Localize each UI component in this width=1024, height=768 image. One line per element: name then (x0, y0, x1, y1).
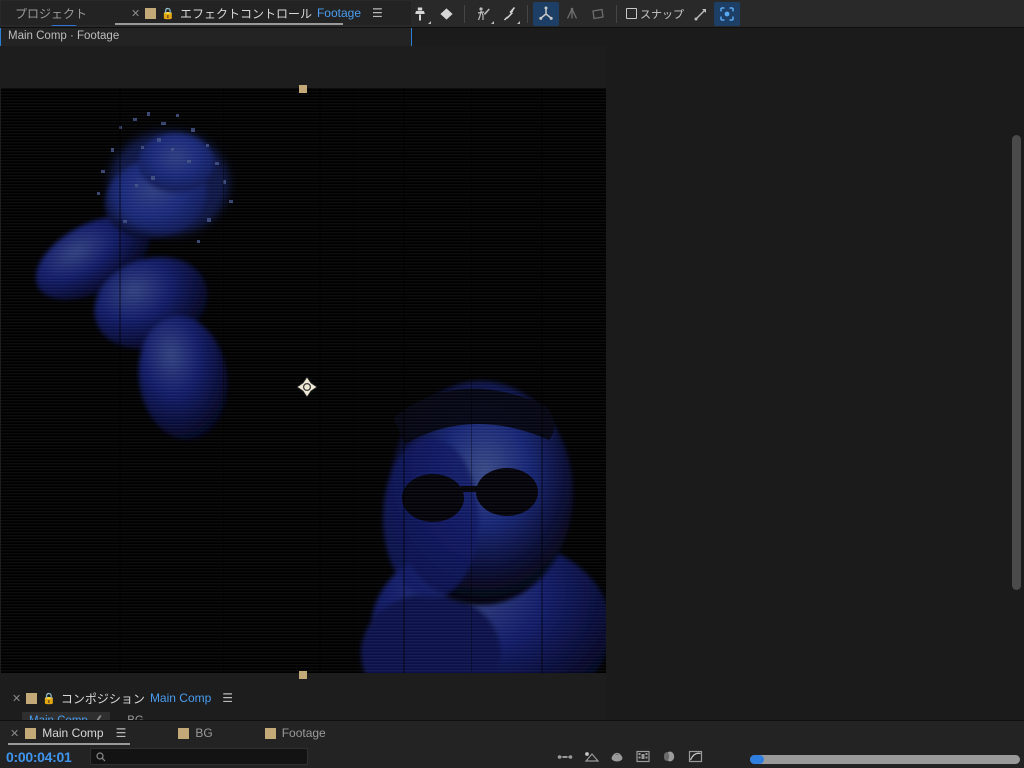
local-axis-mode-icon[interactable] (533, 1, 559, 26)
composition-canvas[interactable] (1, 88, 606, 673)
composition-mini-flowchart-icon[interactable] (552, 747, 578, 767)
timeline-scroll-thumb[interactable] (750, 755, 764, 764)
snap-toggle[interactable]: スナップ (622, 2, 688, 26)
breadcrumb-text: Main Comp · Footage (8, 29, 120, 42)
toolbar-divider (616, 4, 617, 23)
draft-3d-icon[interactable] (578, 747, 604, 767)
panel-color-chip (26, 692, 38, 704)
roto-brush-tool[interactable] (470, 2, 496, 26)
panel-menu-icon[interactable]: ☰ (222, 691, 233, 705)
panel-menu-icon[interactable]: ☰ (116, 726, 127, 740)
snap-label: スナップ (640, 8, 684, 21)
timeline-current-time[interactable]: 0:00:04:01 (6, 749, 72, 765)
tab-project-label: プロジェクト (15, 6, 88, 21)
tab-project[interactable]: プロジェクト (7, 1, 95, 25)
world-axis-mode-icon[interactable] (559, 2, 585, 26)
snap-checkbox[interactable] (626, 8, 637, 19)
close-icon[interactable]: ✕ (10, 727, 19, 740)
tl-tab-footage[interactable]: Footage (255, 721, 336, 745)
selection-handle-top[interactable] (299, 85, 307, 93)
search-input[interactable] (89, 748, 308, 765)
toolbar-divider (527, 4, 528, 23)
view-axis-mode-icon[interactable] (585, 2, 611, 26)
tab-effect-controls[interactable]: ✕ 🔒 エフェクトコントロール Footage ☰ (123, 1, 391, 25)
tl-tab-bg[interactable]: BG (168, 721, 222, 745)
timeline-horizontal-scrollbar[interactable] (750, 755, 1020, 764)
panel-color-chip (25, 727, 37, 739)
tl-tab-footage-label: Footage (281, 726, 326, 740)
composition-viewport[interactable] (0, 46, 606, 690)
eraser-tool[interactable] (433, 2, 459, 26)
align-distribute-icon[interactable] (714, 1, 740, 26)
tab-composition-subject: Main Comp (149, 691, 212, 705)
hide-shy-layers-icon[interactable] (604, 747, 630, 767)
snap-to-edge-icon[interactable] (688, 2, 714, 26)
tab-effect-controls-subject: Footage (316, 6, 361, 20)
anchor-point-marker[interactable] (297, 377, 317, 397)
effect-controls-scrollbar[interactable] (1012, 135, 1021, 590)
close-icon[interactable]: ✕ (131, 7, 140, 20)
selection-handle-bottom[interactable] (299, 671, 307, 679)
toolbar-divider (464, 4, 465, 23)
after-effects-window: T (0, 0, 1024, 768)
breadcrumb: Main Comp · Footage (1, 25, 411, 47)
panel-color-chip (178, 727, 190, 739)
panel-color-chip (145, 7, 157, 19)
timeline-current-time-value: 0:00:04:01 (6, 748, 72, 765)
effect-controls-tabbar: プロジェクト ✕ 🔒 エフェクトコントロール Footage ☰ (1, 1, 411, 25)
puppet-pin-tool[interactable] (496, 2, 522, 26)
frame-blending-icon[interactable] (630, 747, 656, 767)
panel-color-chip (264, 727, 276, 739)
lock-icon[interactable]: 🔒 (161, 7, 175, 20)
search-icon (95, 751, 105, 761)
panel-menu-icon[interactable]: ☰ (372, 6, 383, 20)
motion-blur-icon[interactable] (656, 747, 682, 767)
tab-effect-controls-label: エフェクトコントロール (179, 6, 312, 21)
active-tab-underline (115, 23, 343, 25)
lock-icon[interactable]: 🔒 (42, 692, 56, 705)
timeline-panel: ✕ Main Comp ☰ BG Footage 0:00:04:01 (0, 720, 1024, 768)
timeline-controls-row: 0:00:04:01 (0, 745, 1024, 768)
timeline-tabbar: ✕ Main Comp ☰ BG Footage (0, 721, 1024, 745)
tl-tab-bg-label: BG (195, 726, 213, 740)
tab-composition-label: コンポジション (60, 691, 145, 706)
tl-tab-main-comp-label: Main Comp (42, 726, 104, 740)
graph-editor-icon[interactable] (682, 747, 708, 767)
close-icon[interactable]: ✕ (12, 692, 21, 705)
tl-tab-main-comp[interactable]: ✕ Main Comp ☰ (8, 721, 136, 745)
